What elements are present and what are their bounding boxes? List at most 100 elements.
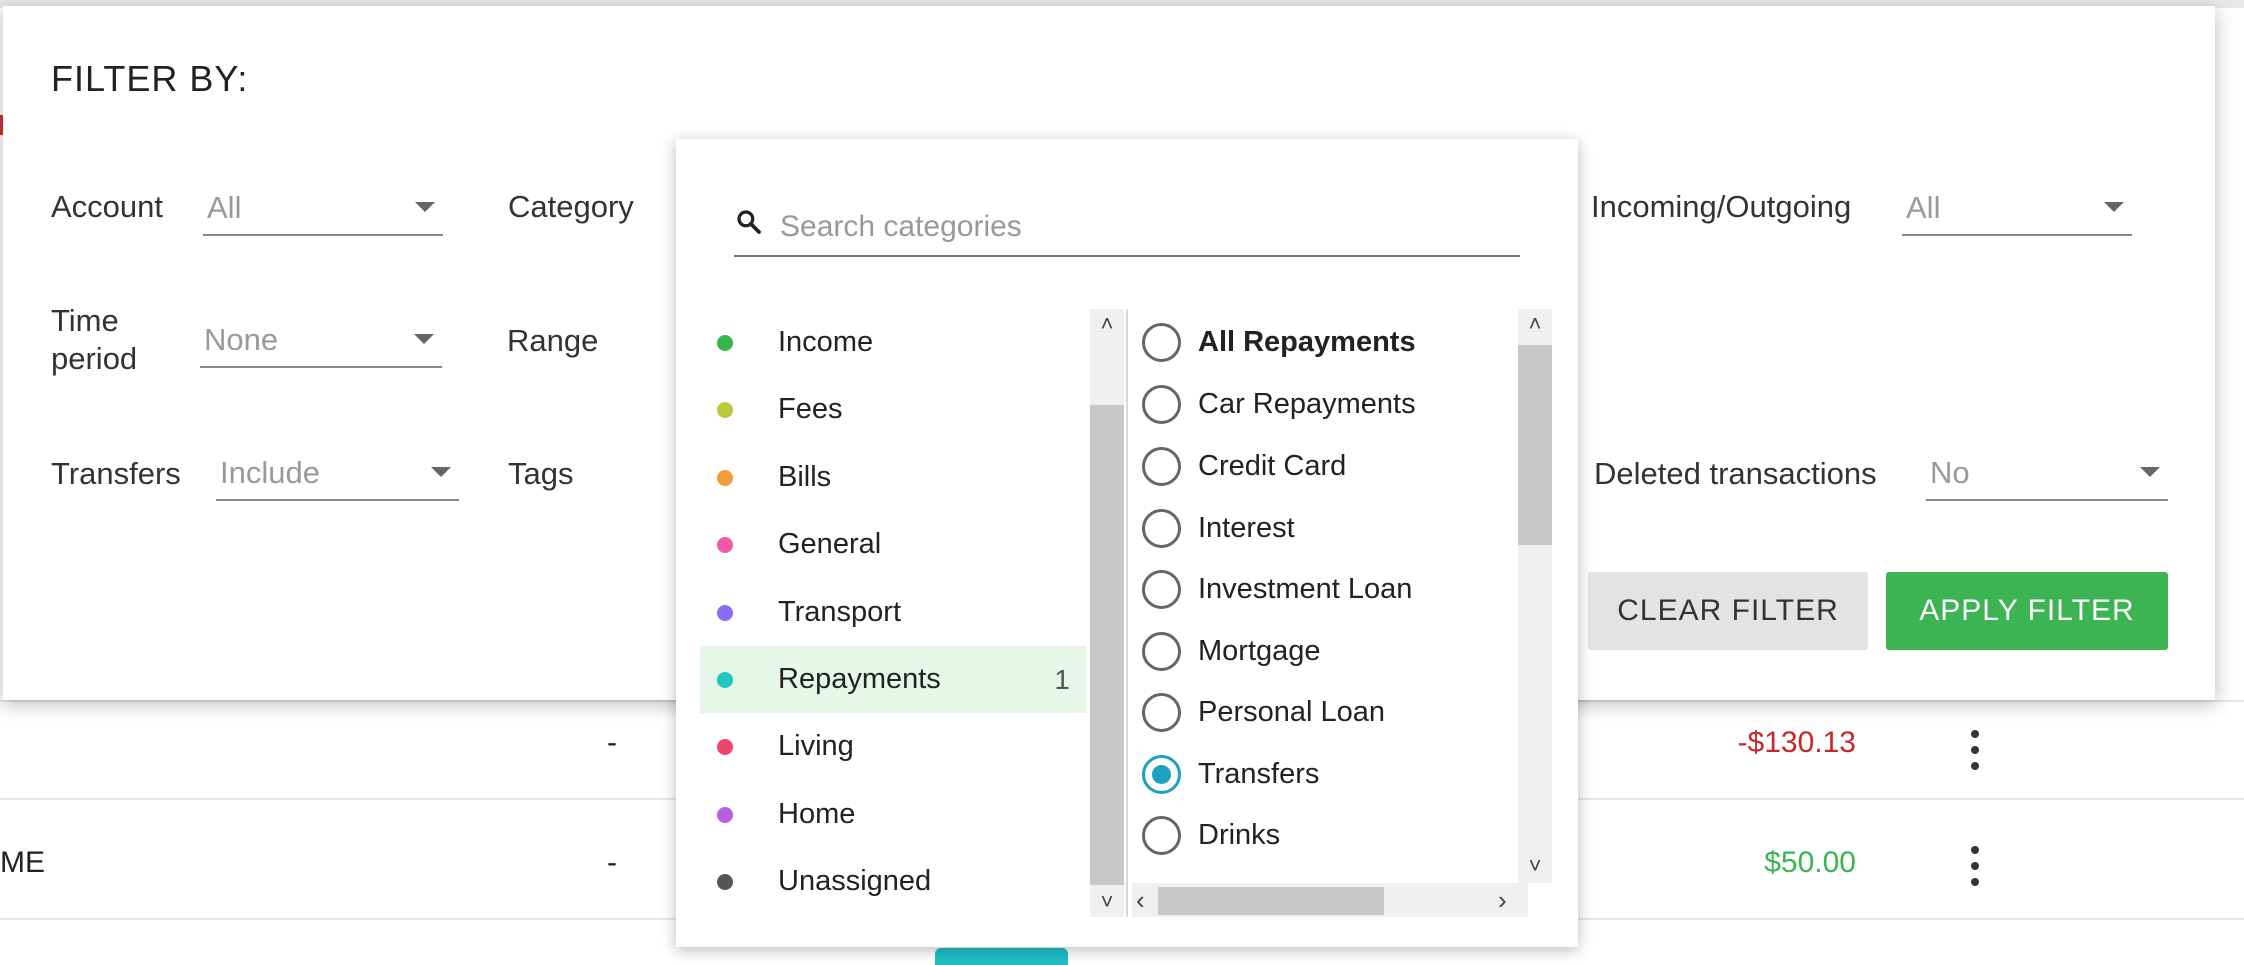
category-color-dot: [717, 873, 733, 890]
time-period-value: None: [204, 322, 279, 357]
subcategory-scrollbar[interactable]: [1518, 309, 1552, 883]
filter-title: FILTER BY:: [51, 58, 249, 99]
radio-button[interactable]: [1142, 508, 1181, 548]
row-dash: -: [607, 726, 617, 759]
chevron-down-icon: [414, 334, 434, 344]
radio-button[interactable]: [1142, 692, 1181, 732]
subcategory-label: Credit Card: [1198, 449, 1347, 482]
deleted-transactions-select[interactable]: No: [1926, 449, 2168, 501]
radio-button[interactable]: [1142, 446, 1181, 486]
subcategory-item[interactable]: Drinks: [1142, 804, 1522, 866]
category-item-income[interactable]: Income: [700, 309, 1086, 376]
row-amount: $50.00: [1764, 846, 1856, 879]
tags-label: Tags: [508, 456, 574, 491]
row-amount: -$130.13: [1737, 726, 1856, 759]
subcategory-label: Mortgage: [1198, 634, 1321, 667]
category-color-dot: [717, 536, 733, 553]
chevron-down-icon: [2104, 202, 2124, 212]
category-scrollbar[interactable]: [1090, 309, 1124, 917]
subcategory-item[interactable]: Personal Loan: [1142, 681, 1522, 743]
incoming-outgoing-label: Incoming/Outgoing: [1591, 189, 1852, 224]
category-item-bills[interactable]: Bills: [700, 444, 1086, 511]
category-label: Unassigned: [778, 865, 932, 897]
category-item-repayments[interactable]: Repayments 1: [700, 646, 1086, 713]
incoming-outgoing-value: All: [1906, 190, 1941, 225]
scrollbar-thumb[interactable]: [1518, 345, 1552, 545]
subcategory-label: Transfers: [1198, 757, 1320, 790]
apply-filter-button[interactable]: APPLY FILTER: [1886, 572, 2168, 650]
transfers-label: Transfers: [51, 456, 181, 491]
chevron-down-icon: [431, 467, 451, 477]
category-dropdown: Income Fees Bills General Transport Repa…: [676, 139, 1578, 947]
category-item-fees[interactable]: Fees: [700, 376, 1086, 443]
subcategory-label: Personal Loan: [1198, 695, 1386, 728]
time-period-label: Time period: [51, 303, 138, 376]
more-options-icon[interactable]: [1970, 846, 1980, 886]
radio-button[interactable]: [1142, 384, 1181, 424]
radio-button[interactable]: [1142, 569, 1181, 609]
transfers-select[interactable]: Include: [216, 449, 459, 501]
chevron-up-icon[interactable]: ˄: [1518, 311, 1552, 337]
tag-badge: [935, 948, 1068, 965]
transfers-value: Include: [220, 455, 320, 490]
radio-button[interactable]: [1142, 322, 1181, 362]
chevron-right-icon[interactable]: ›: [1498, 885, 1507, 916]
category-count-badge: 1: [1054, 663, 1070, 695]
category-item-general[interactable]: General: [700, 511, 1086, 578]
more-options-icon[interactable]: [1970, 730, 1980, 770]
chevron-down-icon[interactable]: ˅: [1518, 853, 1552, 879]
category-color-dot: [717, 806, 733, 823]
subcategory-item[interactable]: Investment Loan: [1142, 558, 1522, 620]
search-icon: [737, 210, 761, 234]
category-color-dot: [717, 738, 733, 755]
category-label: General: [778, 528, 882, 560]
chevron-down-icon: [2140, 467, 2160, 477]
category-color-dot: [717, 401, 733, 418]
category-label: Category: [508, 189, 634, 224]
radio-button-checked[interactable]: [1142, 754, 1181, 794]
subcategory-item[interactable]: Mortgage: [1142, 620, 1522, 682]
category-item-unassigned[interactable]: Unassigned: [700, 848, 1086, 915]
chevron-up-icon[interactable]: ˄: [1090, 311, 1124, 337]
row-description: ME: [0, 846, 45, 879]
row-dash: -: [607, 846, 617, 879]
chevron-down-icon[interactable]: ˅: [1090, 889, 1124, 915]
account-select[interactable]: All: [203, 184, 443, 236]
incoming-outgoing-select[interactable]: All: [1902, 184, 2132, 236]
subcategory-item[interactable]: Interest: [1142, 497, 1522, 559]
chevron-down-icon: [415, 202, 435, 212]
subcategory-label: Investment Loan: [1198, 572, 1413, 605]
subcategory-item[interactable]: Car Repayments: [1142, 373, 1522, 435]
category-list: Income Fees Bills General Transport Repa…: [700, 309, 1086, 917]
subcategory-label: Drinks: [1198, 818, 1281, 851]
time-period-select[interactable]: None: [200, 316, 442, 368]
subcategory-horizontal-scrollbar[interactable]: ‹ ›: [1132, 883, 1528, 917]
category-label: Home: [778, 798, 856, 830]
category-color-dot: [717, 334, 733, 351]
radio-button[interactable]: [1142, 815, 1181, 855]
category-color-dot: [717, 469, 733, 486]
category-item-home[interactable]: Home: [700, 781, 1086, 848]
search-input[interactable]: [780, 207, 1500, 247]
subcategory-item[interactable]: Credit Card: [1142, 435, 1522, 497]
account-value: All: [207, 190, 242, 225]
subcategory-item[interactable]: Transfers: [1142, 743, 1522, 805]
subcategory-label: All Repayments: [1198, 325, 1416, 358]
column-divider: [1126, 309, 1128, 917]
category-label: Living: [778, 730, 854, 762]
chevron-left-icon[interactable]: ‹: [1136, 885, 1145, 916]
deleted-transactions-label: Deleted transactions: [1594, 456, 1877, 491]
category-color-dot: [717, 671, 733, 688]
category-label: Fees: [778, 393, 843, 425]
scrollbar-thumb[interactable]: [1158, 887, 1384, 915]
radio-button[interactable]: [1142, 631, 1181, 671]
deleted-transactions-value: No: [1930, 455, 1970, 490]
clear-filter-button[interactable]: CLEAR FILTER: [1588, 572, 1868, 650]
category-label: Transport: [778, 596, 902, 628]
category-search[interactable]: [734, 199, 1520, 257]
subcategory-item[interactable]: All Repayments: [1142, 311, 1522, 373]
scrollbar-thumb[interactable]: [1090, 405, 1124, 885]
category-item-living[interactable]: Living: [700, 713, 1086, 780]
category-item-transport[interactable]: Transport: [700, 579, 1086, 646]
account-label: Account: [51, 189, 164, 224]
